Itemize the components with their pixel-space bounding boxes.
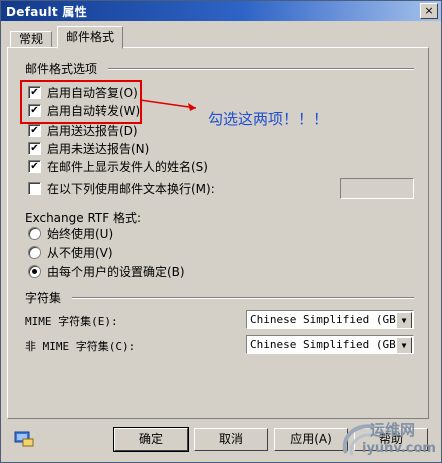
annotation-highlight-box [20,80,142,124]
checkbox-box[interactable]: ✔ [28,141,41,155]
checkbox-delivery-report[interactable]: ✔ 启用送达报告(D) [28,122,138,138]
watermark-line2: iyunv.com [362,441,436,456]
cancel-button[interactable]: 取消 [194,428,268,451]
checkbox-nondelivery-report[interactable]: ✔ 启用未送达报告(N) [28,140,149,156]
chevron-down-icon[interactable]: ▼ [396,312,412,328]
chevron-down-icon[interactable]: ▼ [396,337,412,353]
title-bar[interactable]: Default 属性 × [1,1,441,21]
radio-always-use[interactable]: 始终使用(U) [28,225,113,241]
checkbox-box[interactable]: ✔ [28,123,41,137]
checkbox-label: 启用未送达报告(N) [47,141,150,156]
window-title: Default 属性 [6,5,87,19]
wrap-column-input[interactable] [340,178,414,199]
rtf-group-title: Exchange RTF 格式: [25,211,142,225]
checkbox-show-sender-name[interactable]: ✔ 在邮件上显示发件人的姓名(S) [28,158,208,174]
watermark-line1: 运维网 [370,421,416,439]
group-divider [72,297,414,299]
mime-charset-label: MIME 字符集(E): [25,315,118,328]
annotation-arrow-icon [139,99,197,111]
radio-button[interactable] [28,245,41,259]
tab-mail-format[interactable]: 邮件格式 [57,26,123,49]
radio-label: 由每个用户的设置确定(B) [47,264,185,279]
site-watermark: 运维网 iyunv.com [338,417,438,461]
annotation-text: 勾选这两项！！！ [208,110,329,128]
checkbox-label: 在邮件上显示发件人的姓名(S) [47,159,208,174]
close-button[interactable]: × [420,3,438,19]
radio-button[interactable] [28,226,41,240]
checkbox-wrap-text[interactable]: 在以下列使用邮件文本换行(M): [28,180,215,196]
tab-general[interactable]: 常规 [10,31,52,48]
checkbox-label: 启用送达报告(D) [47,123,138,138]
mail-format-group-title: 邮件格式选项 [25,62,98,76]
charset-group-title: 字符集 [25,291,62,305]
nonmime-charset-select[interactable]: Chinese Simplified (GB23 ▼ [246,335,414,354]
mime-charset-value: Chinese Simplified (GB23 [250,313,409,326]
properties-icon [14,431,34,447]
apply-button[interactable]: 应用(A) [274,428,348,451]
checkbox-label: 在以下列使用邮件文本换行(M): [47,181,215,196]
checkbox-box[interactable] [28,181,41,195]
mime-charset-select[interactable]: Chinese Simplified (GB23 ▼ [246,310,414,329]
radio-label: 从不使用(V) [47,245,113,260]
nonmime-charset-value: Chinese Simplified (GB23 [250,338,409,351]
nonmime-charset-label: 非 MIME 字符集(C): [25,340,136,353]
radio-never-use[interactable]: 从不使用(V) [28,244,113,260]
ok-button[interactable]: 确定 [113,427,189,452]
radio-user-settings[interactable]: 由每个用户的设置确定(B) [28,263,185,279]
radio-button[interactable] [28,264,41,278]
checkbox-box[interactable]: ✔ [28,159,41,173]
radio-label: 始终使用(U) [47,226,114,241]
group-divider [108,68,414,70]
